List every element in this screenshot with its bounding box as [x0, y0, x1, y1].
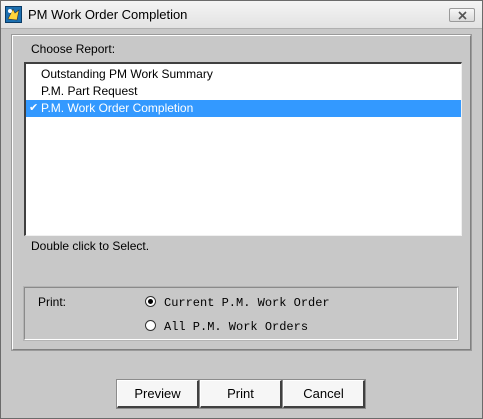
preview-button[interactable]: Preview — [116, 379, 200, 409]
print-button[interactable]: Print — [199, 379, 283, 409]
report-item-label: P.M. Work Order Completion — [41, 101, 194, 115]
print-label: Print: — [38, 295, 67, 309]
window-title: PM Work Order Completion — [28, 7, 188, 22]
report-item-pm-work-order-completion[interactable]: ✔ P.M. Work Order Completion — [26, 100, 461, 117]
report-item-pm-part-request[interactable]: P.M. Part Request — [26, 83, 461, 100]
choose-report-label: Choose Report: — [31, 42, 116, 56]
close-icon — [458, 11, 467, 20]
radio-label: All P.M. Work Orders — [164, 320, 309, 334]
dialog-window: PM Work Order Completion Choose Report: … — [0, 0, 483, 419]
report-listbox[interactable]: Outstanding PM Work Summary P.M. Part Re… — [24, 62, 462, 236]
report-item-outstanding-pm-summary[interactable]: Outstanding PM Work Summary — [26, 66, 461, 83]
double-click-hint: Double click to Select. — [31, 239, 150, 253]
title-bar[interactable]: PM Work Order Completion — [1, 1, 482, 29]
app-icon — [5, 6, 22, 23]
radio-button[interactable] — [145, 320, 156, 332]
radio-button-selected[interactable] — [145, 296, 156, 308]
cancel-button[interactable]: Cancel — [282, 379, 366, 409]
close-button[interactable] — [449, 8, 475, 22]
radio-all-work-orders[interactable]: All P.M. Work Orders — [145, 319, 308, 335]
check-icon: ✔ — [29, 102, 39, 114]
report-item-label: P.M. Part Request — [41, 84, 138, 98]
report-item-label: Outstanding PM Work Summary — [41, 67, 213, 81]
radio-current-work-order[interactable]: Current P.M. Work Order — [145, 295, 330, 311]
radio-label: Current P.M. Work Order — [164, 296, 330, 310]
